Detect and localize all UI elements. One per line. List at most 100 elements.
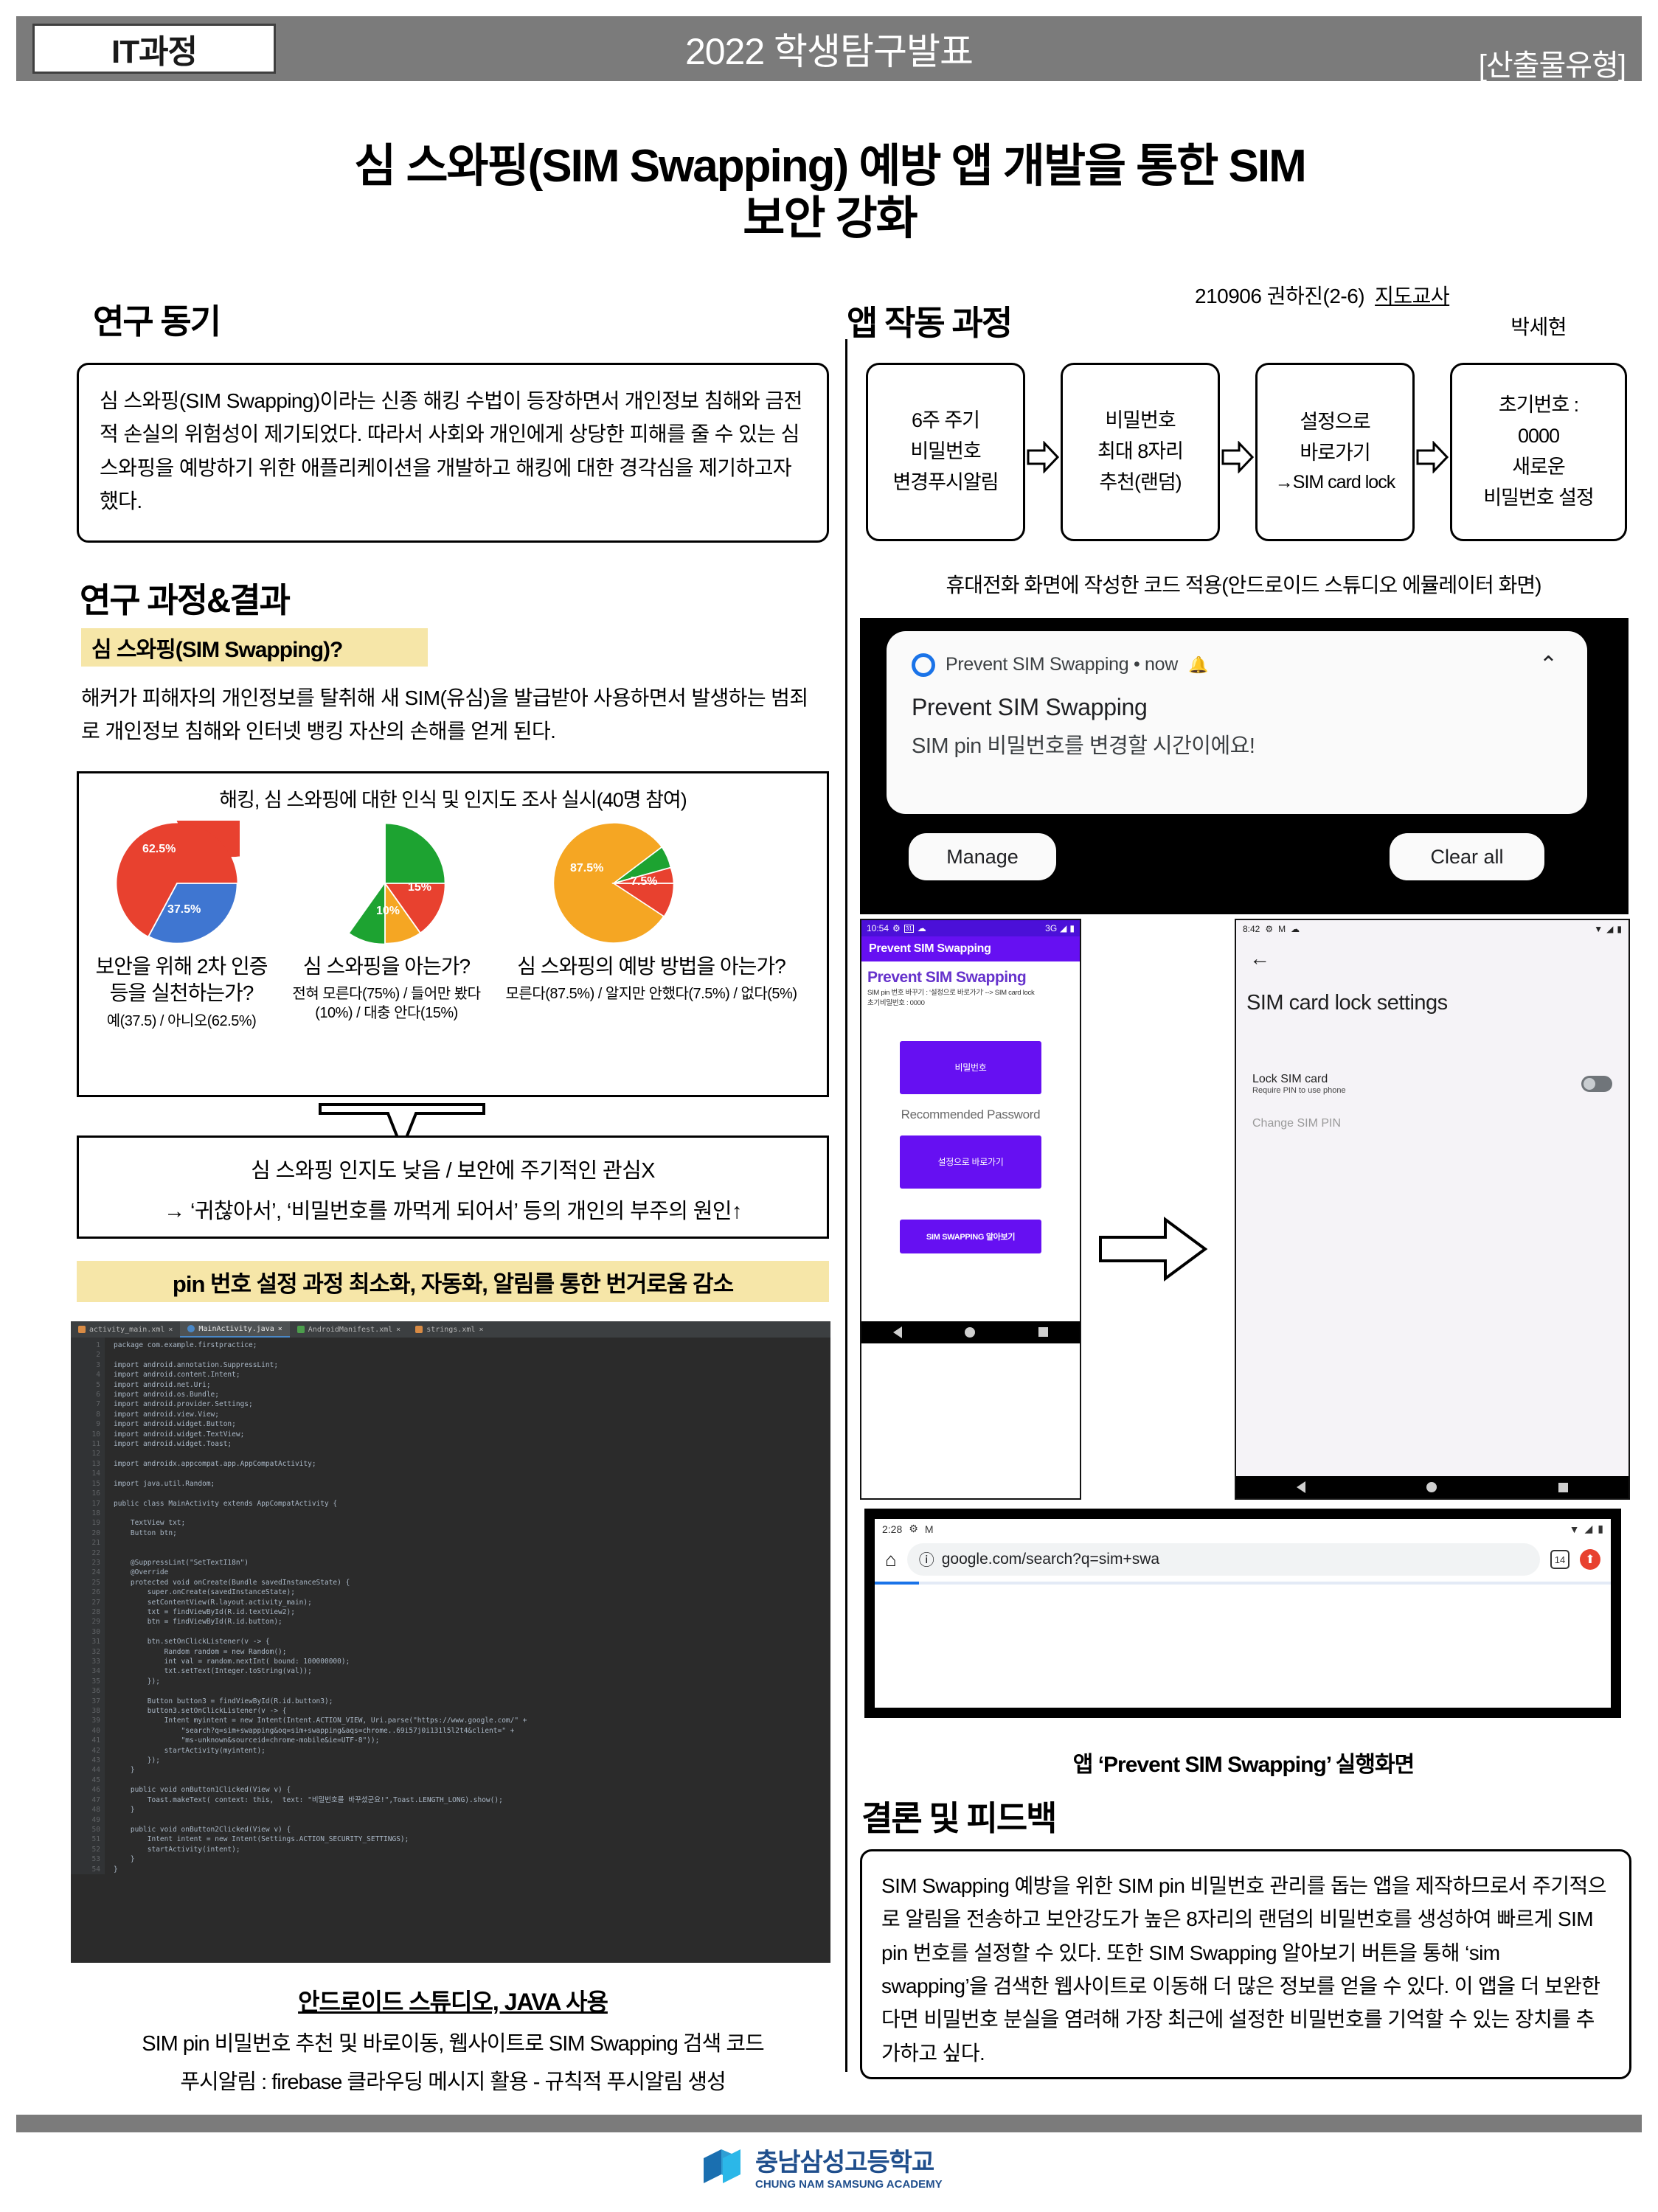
notification-screenshot: Prevent SIM Swapping • now 🔔 ⌃ Prevent S… <box>860 618 1628 914</box>
author-teacher-name: 박세현 <box>1510 316 1567 338</box>
recents-icon[interactable] <box>1038 1327 1049 1338</box>
pie-3-label-1: 7.5% <box>631 875 658 888</box>
browser-screenshot: 2:28 ⚙ M ▼ ◢ ▮ ⌂ ⓘ google.com/search?q=s… <box>864 1509 1621 1718</box>
back-arrow-icon[interactable]: ← <box>1236 938 1628 970</box>
flow-step-2-line3: 추천(랜덤) <box>1099 470 1182 493</box>
url-bar[interactable]: ⓘ google.com/search?q=sim+swa <box>906 1543 1540 1576</box>
motivation-box: 심 스와핑(SIM Swapping)이라는 신종 해킹 수법이 등장하면서 개… <box>77 363 829 543</box>
learn-sim-swapping-button[interactable]: SIM SWAPPING 알아보기 <box>900 1219 1041 1253</box>
recents-icon[interactable] <box>1558 1482 1568 1492</box>
home-icon[interactable]: ⌂ <box>885 1548 897 1571</box>
pie-chart-1-svg <box>117 736 293 945</box>
manage-button[interactable]: Manage <box>909 833 1056 880</box>
lock-sim-card-subtitle: Require PIN to use phone <box>1252 1086 1346 1095</box>
solution-tag: pin 번호 설정 과정 최소화, 자동화, 알림를 통한 번거로움 감소 <box>77 1261 829 1302</box>
code-tab-strings-xml[interactable]: strings.xml × <box>408 1321 490 1338</box>
definition-tag: 심 스와핑(SIM Swapping)? <box>81 628 428 667</box>
code-tab-label: activity_main.xml <box>89 1325 165 1334</box>
flow-arrow-2-icon <box>1221 441 1254 473</box>
code-screenshot: activity_main.xml × MainActivity.java × … <box>71 1321 830 1963</box>
pie-2-label-2: 10% <box>376 905 400 917</box>
code-tab-label: MainActivity.java <box>198 1324 274 1333</box>
back-icon[interactable] <box>1297 1481 1306 1493</box>
profile-icon[interactable]: ⬆ <box>1580 1549 1600 1570</box>
info-icon[interactable]: ⓘ <box>919 1548 934 1571</box>
xml-file-icon <box>415 1326 423 1333</box>
home-icon[interactable] <box>1426 1482 1437 1492</box>
lock-sim-card-row[interactable]: Lock SIM card Require PIN to use phone <box>1236 1015 1628 1095</box>
course-badge: IT과정 <box>32 24 276 74</box>
close-icon[interactable]: × <box>479 1326 483 1334</box>
gmail-icon: M <box>1278 924 1286 934</box>
motivation-text: 심 스와핑(SIM Swapping)이라는 신종 해킹 수법이 등장하면서 개… <box>100 389 802 513</box>
flow-step-1-line3: 변경푸시알림 <box>892 470 999 493</box>
code-caption-title: 안드로이드 스튜디오, JAVA 사용 <box>298 1989 608 2015</box>
chevron-up-icon[interactable]: ⌃ <box>1539 652 1558 678</box>
pie-chart-3: 87.5% 7.5% <box>551 821 676 946</box>
gear-icon: ⚙ <box>909 1523 918 1534</box>
author-block: 210906 권하진(2-6) 지도교사 박세현 <box>1195 280 1578 341</box>
pie-1-caption: 보안을 위해 2차 인증 등을 실천하는가? 예(37.5) / 아니오(62.… <box>89 953 274 1031</box>
clear-all-button[interactable]: Clear all <box>1390 833 1544 880</box>
heading-process: 연구 과정&결과 <box>80 581 291 619</box>
notification-header-row: Prevent SIM Swapping • now 🔔 ⌃ <box>887 631 1587 678</box>
definition-text: 해커가 피해자의 개인정보를 탈취해 새 SIM(유심)을 발급받아 사용하면서… <box>81 686 808 743</box>
pie-3-caption: 심 스와핑의 예방 방법을 아는가? 모른다(87.5%) / 알지만 안했다(… <box>496 953 806 1004</box>
survey-frame-title: 해킹, 심 스와핑에 대한 인식 및 인지도 조사 실시(40명 참여) <box>219 789 687 811</box>
survey-frame: 해킹, 심 스와핑에 대한 인식 및 인지도 조사 실시(40명 참여) 62.… <box>77 736 829 1097</box>
wifi-icon: ▼ <box>1569 1523 1580 1535</box>
change-sim-pin-row[interactable]: Change SIM PIN <box>1236 1095 1628 1130</box>
pie-3-title: 심 스와핑의 예방 방법을 아는가? <box>517 955 786 978</box>
pie-1-label-0: 62.5% <box>142 843 176 855</box>
signal-icon: ◢ <box>1584 1523 1593 1534</box>
app-screenshot: 10:54 ⚙ 31 ☁ 3G ◢ ▮ Prevent SIM Swapping… <box>860 919 1081 1500</box>
battery-icon: ▮ <box>1617 924 1622 934</box>
app-logo-icon <box>912 653 935 677</box>
tab-count-button[interactable]: 14 <box>1550 1550 1569 1569</box>
footer-bar <box>16 2115 1642 2132</box>
code-tab-mainactivity-java[interactable]: MainActivity.java × <box>180 1321 290 1338</box>
pie-chart-1: 62.5% 37.5% <box>114 736 293 946</box>
author-student: 210906 권하진(2-6) <box>1195 285 1365 307</box>
java-class-icon <box>187 1325 195 1332</box>
battery-icon: ▮ <box>1598 1523 1603 1534</box>
android-navbar <box>861 1321 1080 1343</box>
url-text: google.com/search?q=sim+swa <box>941 1551 1160 1568</box>
close-icon[interactable]: × <box>278 1325 282 1333</box>
code-tab-android-manifest[interactable]: AndroidManifest.xml × <box>290 1321 408 1338</box>
lock-sim-card-toggle[interactable] <box>1581 1076 1612 1092</box>
page-title-line1: 심 스와핑(SIM Swapping) 예방 앱 개발을 통한 SIM <box>354 141 1307 192</box>
close-icon[interactable]: × <box>396 1326 400 1334</box>
app-sub-line1: SIM pin 번호 바꾸기 : ‘설정으로 바로가기’ --> SIM car… <box>867 989 1035 997</box>
code-caption-line1: SIM pin 비밀번호 추천 및 바로이동, 웹사이트로 SIM Swappi… <box>142 2032 764 2056</box>
notification-card[interactable]: Prevent SIM Swapping • now 🔔 ⌃ Prevent S… <box>887 631 1587 814</box>
home-icon[interactable] <box>965 1326 976 1338</box>
lock-sim-card-title: Lock SIM card <box>1252 1073 1328 1085</box>
settings-screenshot: 8:42 ⚙ M ☁ ▼ ◢ ▮ ← SIM card lock setting… <box>1235 919 1630 1500</box>
back-icon[interactable] <box>892 1326 902 1338</box>
code-tab-activity-main[interactable]: activity_main.xml × <box>71 1321 180 1338</box>
bell-icon: 🔔 <box>1188 655 1209 674</box>
status-time: 2:28 <box>882 1523 903 1535</box>
app-status-bar: 10:54 ⚙ 31 ☁ 3G ◢ ▮ <box>861 920 1080 936</box>
browser-toolbar: ⌂ ⓘ google.com/search?q=sim+swa 14 ⬆ <box>875 1539 1611 1576</box>
author-teacher-label: 지도교사 <box>1375 285 1450 307</box>
close-icon[interactable]: × <box>168 1326 173 1334</box>
flow-step-1-line1: 6주 주기 <box>911 409 980 432</box>
password-button[interactable]: 비밀번호 <box>900 1040 1041 1094</box>
browser-status-bar: 2:28 ⚙ M ▼ ◢ ▮ <box>875 1519 1611 1539</box>
code-tab-label: AndroidManifest.xml <box>308 1325 393 1334</box>
flow-step-3-line3: →SIM card lock <box>1274 472 1395 493</box>
flow-step-4: 초기번호 : 0000 새로운 비밀번호 설정 <box>1450 363 1627 541</box>
flow-step-2-line1: 비밀번호 <box>1105 409 1176 432</box>
go-to-settings-button[interactable]: 설정으로 바로가기 <box>900 1135 1041 1189</box>
flow-step-2: 비밀번호 최대 8자리 추천(랜덤) <box>1061 363 1220 541</box>
wifi-icon: ▼ <box>1594 924 1603 934</box>
pie-1-label-1: 37.5% <box>167 903 201 916</box>
code-editor[interactable]: 1 2 3 4 5 6 7 8 9 10 11 12 13 14 15 16 1… <box>71 1338 830 1874</box>
pie-chart-3-svg <box>552 822 675 944</box>
page-title-line2: 보안 강화 <box>743 193 918 245</box>
network-type-label: 3G <box>1045 923 1058 933</box>
flow-step-1: 6주 주기 비밀번호 변경푸시알림 <box>866 363 1025 541</box>
app-heading: Prevent SIM Swapping <box>867 969 1027 986</box>
